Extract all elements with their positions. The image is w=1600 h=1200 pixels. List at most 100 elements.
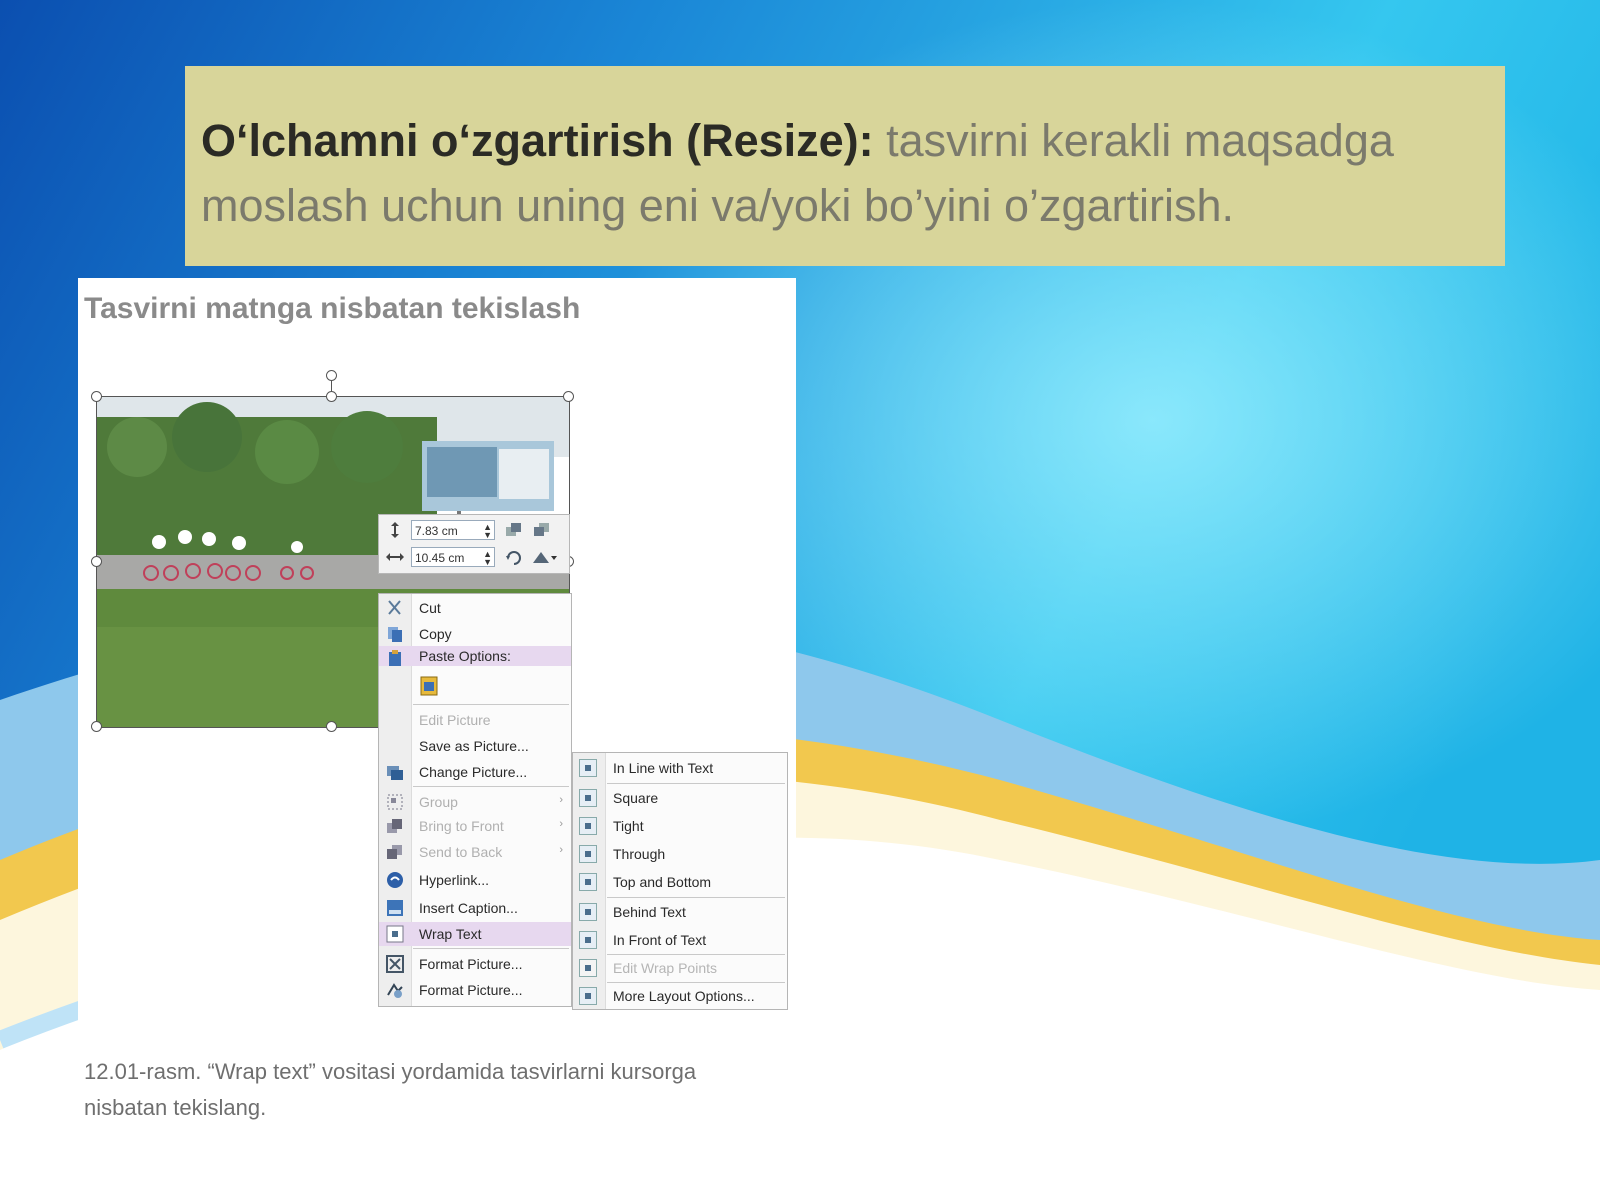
panel-title: Tasvirni matnga nisbatan tekislash	[84, 292, 581, 325]
resize-handle-bottom[interactable]	[326, 721, 337, 732]
format-picture-icon	[386, 955, 404, 973]
wrap-text-icon	[386, 925, 404, 943]
menu-item-change-picture-label: Change Picture...	[419, 764, 528, 780]
wrap-option-label: Tight	[613, 818, 644, 834]
menu-item-cut-label: Cut	[419, 600, 441, 616]
wrap-option-in-line[interactable]: In Line with Text	[573, 754, 787, 782]
menu-separator	[413, 786, 569, 787]
definition-callout: O‘lchamni o‘zgartirish (Resize): tasvirn…	[185, 66, 1505, 266]
submenu-arrow-icon: ›	[559, 818, 563, 830]
layout-options-icon	[579, 987, 597, 1005]
height-value: 7.83 cm	[415, 524, 458, 538]
wrap-option-square[interactable]: Square	[573, 784, 787, 812]
menu-item-format-shape-label: Format Picture...	[419, 982, 523, 998]
height-icon	[391, 522, 399, 538]
resize-handle-bottom-left[interactable]	[91, 721, 102, 732]
definition-term: O‘lchamni o‘zgartirish (Resize):	[201, 115, 874, 166]
menu-item-hyperlink-label: Hyperlink...	[419, 872, 490, 888]
width-input[interactable]: 10.45 cm ▲ ▼	[411, 547, 495, 567]
menu-item-hyperlink[interactable]: Hyperlink...	[379, 868, 571, 892]
paste-icon	[389, 650, 401, 666]
paste-option-button[interactable]	[379, 670, 571, 700]
menu-item-edit-picture-label: Edit Picture	[419, 712, 491, 728]
change-picture-icon	[387, 766, 403, 780]
send-back-icon	[387, 845, 402, 859]
wrap-option-top-bottom[interactable]: Top and Bottom	[573, 868, 787, 896]
height-input[interactable]: 7.83 cm ▲ ▼	[411, 520, 495, 540]
wrap-inline-icon	[579, 759, 597, 777]
screenshot-panel: Tasvirni matnga nisbatan tekislash 7.83 …	[78, 278, 796, 1134]
menu-item-insert-caption[interactable]: Insert Caption...	[379, 896, 571, 920]
width-spinner[interactable]: ▲ ▼	[483, 550, 492, 567]
height-row: 7.83 cm ▲ ▼	[381, 519, 565, 543]
wrap-option-edit-points: Edit Wrap Points	[573, 954, 787, 982]
wrap-option-in-front[interactable]: In Front of Text	[573, 926, 787, 954]
menu-item-bring-front-label: Bring to Front	[419, 818, 504, 834]
menu-item-copy[interactable]: Copy	[379, 622, 571, 646]
wrap-option-label: Top and Bottom	[613, 874, 712, 890]
height-spinner[interactable]: ▲ ▼	[483, 523, 492, 540]
menu-item-paste-options: Paste Options:	[379, 646, 571, 666]
menu-item-wrap-text-label: Wrap Text	[419, 926, 482, 942]
rotate-handle[interactable]	[326, 370, 337, 381]
menu-item-send-to-back: Send to Back ›	[379, 840, 571, 864]
rotate-icon[interactable]	[505, 549, 523, 565]
menu-separator	[413, 948, 569, 949]
wrap-tight-icon	[579, 817, 597, 835]
wrap-text-submenu: In Line with Text Square Tight Through T…	[572, 752, 788, 1010]
hyperlink-icon	[387, 872, 403, 888]
wrap-option-label: Square	[613, 790, 659, 806]
align-icon[interactable]	[531, 549, 557, 565]
wrap-through-icon	[579, 845, 597, 863]
resize-handle-left[interactable]	[91, 556, 102, 567]
width-value: 10.45 cm	[415, 551, 465, 565]
menu-item-cut[interactable]: Cut	[379, 596, 571, 620]
menu-item-bring-to-front: Bring to Front ›	[379, 814, 571, 838]
figure-caption: 12.01-rasm. “Wrap text” vositasi yordami…	[84, 1059, 697, 1120]
wrap-option-label: Behind Text	[613, 904, 686, 920]
menu-item-format-picture[interactable]: Format Picture...	[379, 952, 571, 976]
wrap-top-bottom-icon	[579, 873, 597, 891]
menu-item-copy-label: Copy	[419, 626, 452, 642]
context-menu: Cut Copy Paste Options: Edit Picture Sav…	[378, 593, 572, 1007]
wrap-option-label: In Line with Text	[613, 760, 714, 776]
menu-item-group: Group ›	[379, 790, 571, 814]
paste-keep-formatting-icon	[420, 676, 438, 696]
wrap-option-through[interactable]: Through	[573, 840, 787, 868]
wrap-option-label: Edit Wrap Points	[613, 960, 718, 976]
wrap-option-behind-text[interactable]: Behind Text	[573, 898, 787, 926]
picture-size-toolbar: 7.83 cm ▲ ▼ 10.45 cm ▲ ▼	[378, 514, 570, 574]
wrap-behind-icon	[579, 903, 597, 921]
copy-icon	[388, 627, 402, 642]
wrap-square-icon	[579, 789, 597, 807]
menu-item-format-shape[interactable]: Format Picture...	[379, 978, 571, 1002]
menu-item-group-label: Group	[419, 794, 458, 810]
menu-item-edit-picture: Edit Picture	[379, 708, 571, 732]
menu-item-wrap-text[interactable]: Wrap Text	[379, 922, 571, 946]
scissors-icon	[388, 600, 401, 615]
resize-handle-top-right[interactable]	[563, 391, 574, 402]
menu-item-paste-label: Paste Options:	[419, 648, 511, 664]
send-backward-icon[interactable]	[533, 522, 551, 538]
menu-item-change-picture[interactable]: Change Picture...	[379, 760, 571, 784]
resize-handle-top-left[interactable]	[91, 391, 102, 402]
menu-item-caption-label: Insert Caption...	[419, 900, 518, 916]
wrap-option-tight[interactable]: Tight	[573, 812, 787, 840]
wrap-front-icon	[579, 931, 597, 949]
menu-item-send-back-label: Send to Back	[419, 844, 503, 860]
wrap-option-label: More Layout Options...	[613, 988, 755, 1004]
format-shape-icon	[387, 983, 403, 998]
wrap-option-label: In Front of Text	[613, 932, 707, 948]
bring-forward-icon[interactable]	[505, 522, 523, 538]
submenu-arrow-icon: ›	[559, 794, 563, 806]
bring-front-icon	[387, 819, 402, 833]
resize-handle-top[interactable]	[326, 391, 337, 402]
menu-item-save-label: Save as Picture...	[419, 738, 529, 754]
wrap-option-more-layout[interactable]: More Layout Options...	[573, 982, 787, 1010]
definition-text: O‘lchamni o‘zgartirish (Resize): tasvirn…	[201, 108, 1487, 238]
edit-wrap-points-icon	[579, 959, 597, 977]
menu-item-save-as-picture[interactable]: Save as Picture...	[379, 734, 571, 758]
wrap-option-label: Through	[613, 846, 666, 862]
submenu-arrow-icon: ›	[559, 844, 563, 856]
group-icon	[387, 794, 403, 810]
